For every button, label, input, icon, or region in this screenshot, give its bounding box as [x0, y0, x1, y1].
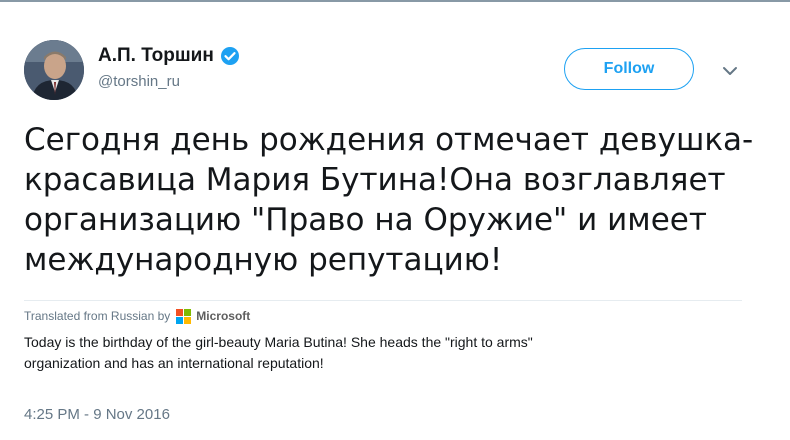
display-name[interactable]: А.П. Торшин	[98, 45, 214, 67]
translation-attribution: Translated from Russian by Microsoft	[24, 300, 742, 327]
avatar[interactable]	[24, 40, 84, 100]
tweet-timestamp[interactable]: 4:25 PM - 9 Nov 2016	[24, 406, 170, 423]
microsoft-logo-icon	[176, 309, 192, 324]
verified-badge-icon	[220, 46, 240, 66]
top-divider	[0, 0, 790, 2]
translated-text: Today is the birthday of the girl-beauty…	[24, 334, 533, 371]
follow-button[interactable]: Follow	[564, 48, 694, 90]
translated-from-label: Translated from Russian by	[24, 309, 171, 323]
user-handle[interactable]: @torshin_ru	[98, 73, 240, 90]
tweet-text: Сегодня день рождения отмечает девушка- …	[24, 122, 754, 278]
translation-provider[interactable]: Microsoft	[196, 309, 250, 323]
chevron-down-icon[interactable]	[721, 62, 739, 80]
tweet-header: А.П. Торшин @torshin_ru Follow	[24, 40, 766, 104]
